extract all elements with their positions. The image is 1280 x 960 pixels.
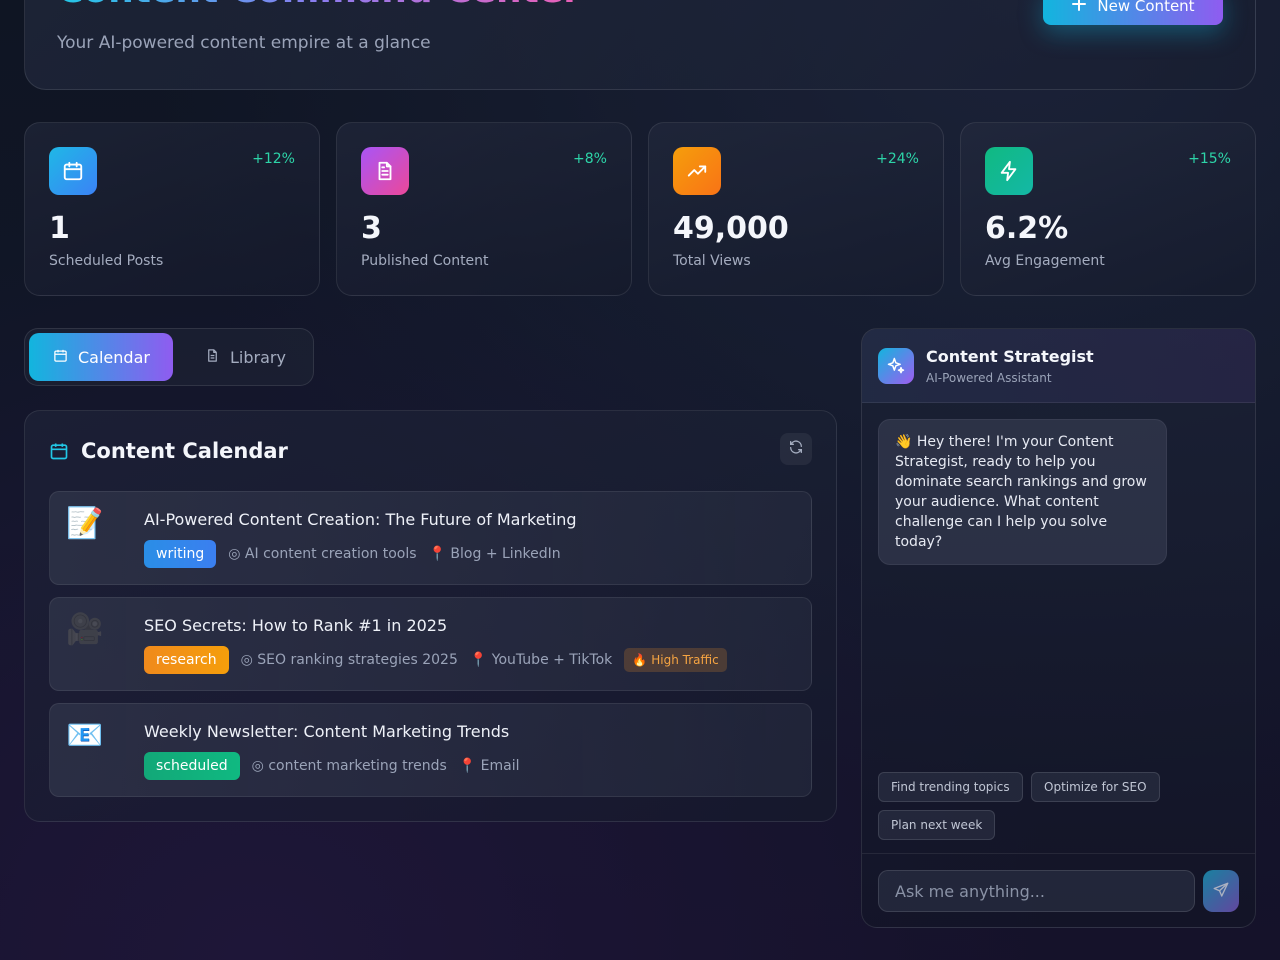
stat-delta: +15% [1188, 151, 1231, 167]
new-content-button[interactable]: New Content [1043, 0, 1223, 25]
memo-icon: 📝 [66, 506, 104, 541]
stat-value: 1 [49, 211, 70, 246]
high-traffic-badge: 🔥 High Traffic [624, 648, 727, 672]
suggestion-chip[interactable]: Plan next week [878, 810, 996, 840]
strategist-subtitle: AI-Powered Assistant [926, 371, 1052, 385]
tab-library[interactable]: Library [205, 333, 305, 381]
new-content-label: New Content [1097, 0, 1195, 15]
document-icon [205, 348, 220, 367]
stat-value: 49,000 [673, 211, 789, 246]
platform: 📍 Email [458, 758, 520, 774]
stat-card-published: +8% 3 Published Content [336, 122, 632, 296]
status-badge: scheduled [144, 752, 240, 780]
page-title: Content Command Center [57, 0, 581, 11]
view-tabs: Calendar Library [24, 328, 314, 386]
stat-delta: +12% [252, 151, 295, 167]
keyword: ◎ content marketing trends [251, 758, 447, 774]
item-title: AI-Powered Content Creation: The Future … [144, 510, 577, 529]
document-icon [361, 147, 409, 195]
target-icon: ◎ [251, 758, 264, 774]
keyword: ◎ SEO ranking strategies 2025 [240, 652, 458, 668]
status-badge: research [144, 646, 229, 674]
calendar-title: Content Calendar [81, 439, 288, 463]
content-calendar-panel: Content Calendar 📝 AI-Powered Content Cr… [24, 410, 837, 822]
sparkles-icon [878, 348, 914, 384]
stat-card-engagement: +15% 6.2% Avg Engagement [960, 122, 1256, 296]
page-subtitle: Your AI-powered content empire at a glan… [57, 33, 431, 53]
stat-delta: +24% [876, 151, 919, 167]
send-icon [1212, 881, 1230, 902]
strategist-title: Content Strategist [926, 347, 1094, 366]
list-item[interactable]: 🎥 SEO Secrets: How to Rank #1 in 2025 re… [49, 597, 812, 691]
pin-icon: 📍 [428, 546, 446, 562]
keyword: ◎ AI content creation tools [228, 546, 417, 562]
platform: 📍 YouTube + TikTok [469, 652, 613, 668]
status-badge: writing [144, 540, 217, 568]
chat-input[interactable] [878, 870, 1195, 912]
pin-icon: 📍 [469, 652, 488, 668]
suggestion-chip[interactable]: Optimize for SEO [1031, 772, 1160, 802]
item-title: Weekly Newsletter: Content Marketing Tre… [144, 722, 510, 741]
header-card: Content Command Center Your AI-powered c… [24, 0, 1256, 90]
fire-icon: 🔥 [632, 653, 648, 667]
calendar-icon [49, 147, 97, 195]
stat-label: Published Content [361, 253, 489, 269]
tab-label: Calendar [78, 347, 150, 367]
item-title: SEO Secrets: How to Rank #1 in 2025 [144, 616, 448, 635]
list-item[interactable]: 📧 Weekly Newsletter: Content Marketing T… [49, 703, 812, 797]
content-strategist-panel: Content Strategist AI-Powered Assistant … [861, 328, 1256, 928]
stat-value: 6.2% [985, 211, 1069, 246]
stat-card-scheduled: +12% 1 Scheduled Posts [24, 122, 320, 296]
calendar-icon [49, 441, 69, 465]
stat-label: Total Views [673, 253, 751, 269]
target-icon: ◎ [228, 546, 241, 562]
lightning-icon [985, 147, 1033, 195]
trending-up-icon [673, 147, 721, 195]
strategist-header: Content Strategist AI-Powered Assistant [862, 329, 1255, 403]
pin-icon: 📍 [458, 758, 477, 774]
assistant-message: 👋 Hey there! I'm your Content Strategist… [878, 419, 1167, 565]
envelope-icon: 📧 [66, 718, 104, 753]
plus-icon [1071, 0, 1087, 16]
stat-card-views: +24% 49,000 Total Views [648, 122, 944, 296]
stat-label: Scheduled Posts [49, 253, 164, 269]
send-button[interactable] [1203, 870, 1239, 912]
video-camera-icon: 🎥 [66, 612, 104, 647]
suggestion-chip[interactable]: Find trending topics [878, 772, 1023, 802]
tab-calendar[interactable]: Calendar [29, 333, 173, 381]
platform: 📍 Blog + LinkedIn [428, 546, 561, 562]
stat-value: 3 [361, 211, 382, 246]
target-icon: ◎ [240, 652, 253, 668]
stat-delta: +8% [573, 151, 607, 167]
list-item[interactable]: 📝 AI-Powered Content Creation: The Futur… [49, 491, 812, 585]
refresh-button[interactable] [780, 433, 812, 465]
stat-label: Avg Engagement [985, 253, 1105, 269]
divider [862, 853, 1255, 854]
tab-label: Library [230, 347, 286, 367]
refresh-icon [788, 439, 804, 459]
calendar-icon [53, 348, 68, 367]
